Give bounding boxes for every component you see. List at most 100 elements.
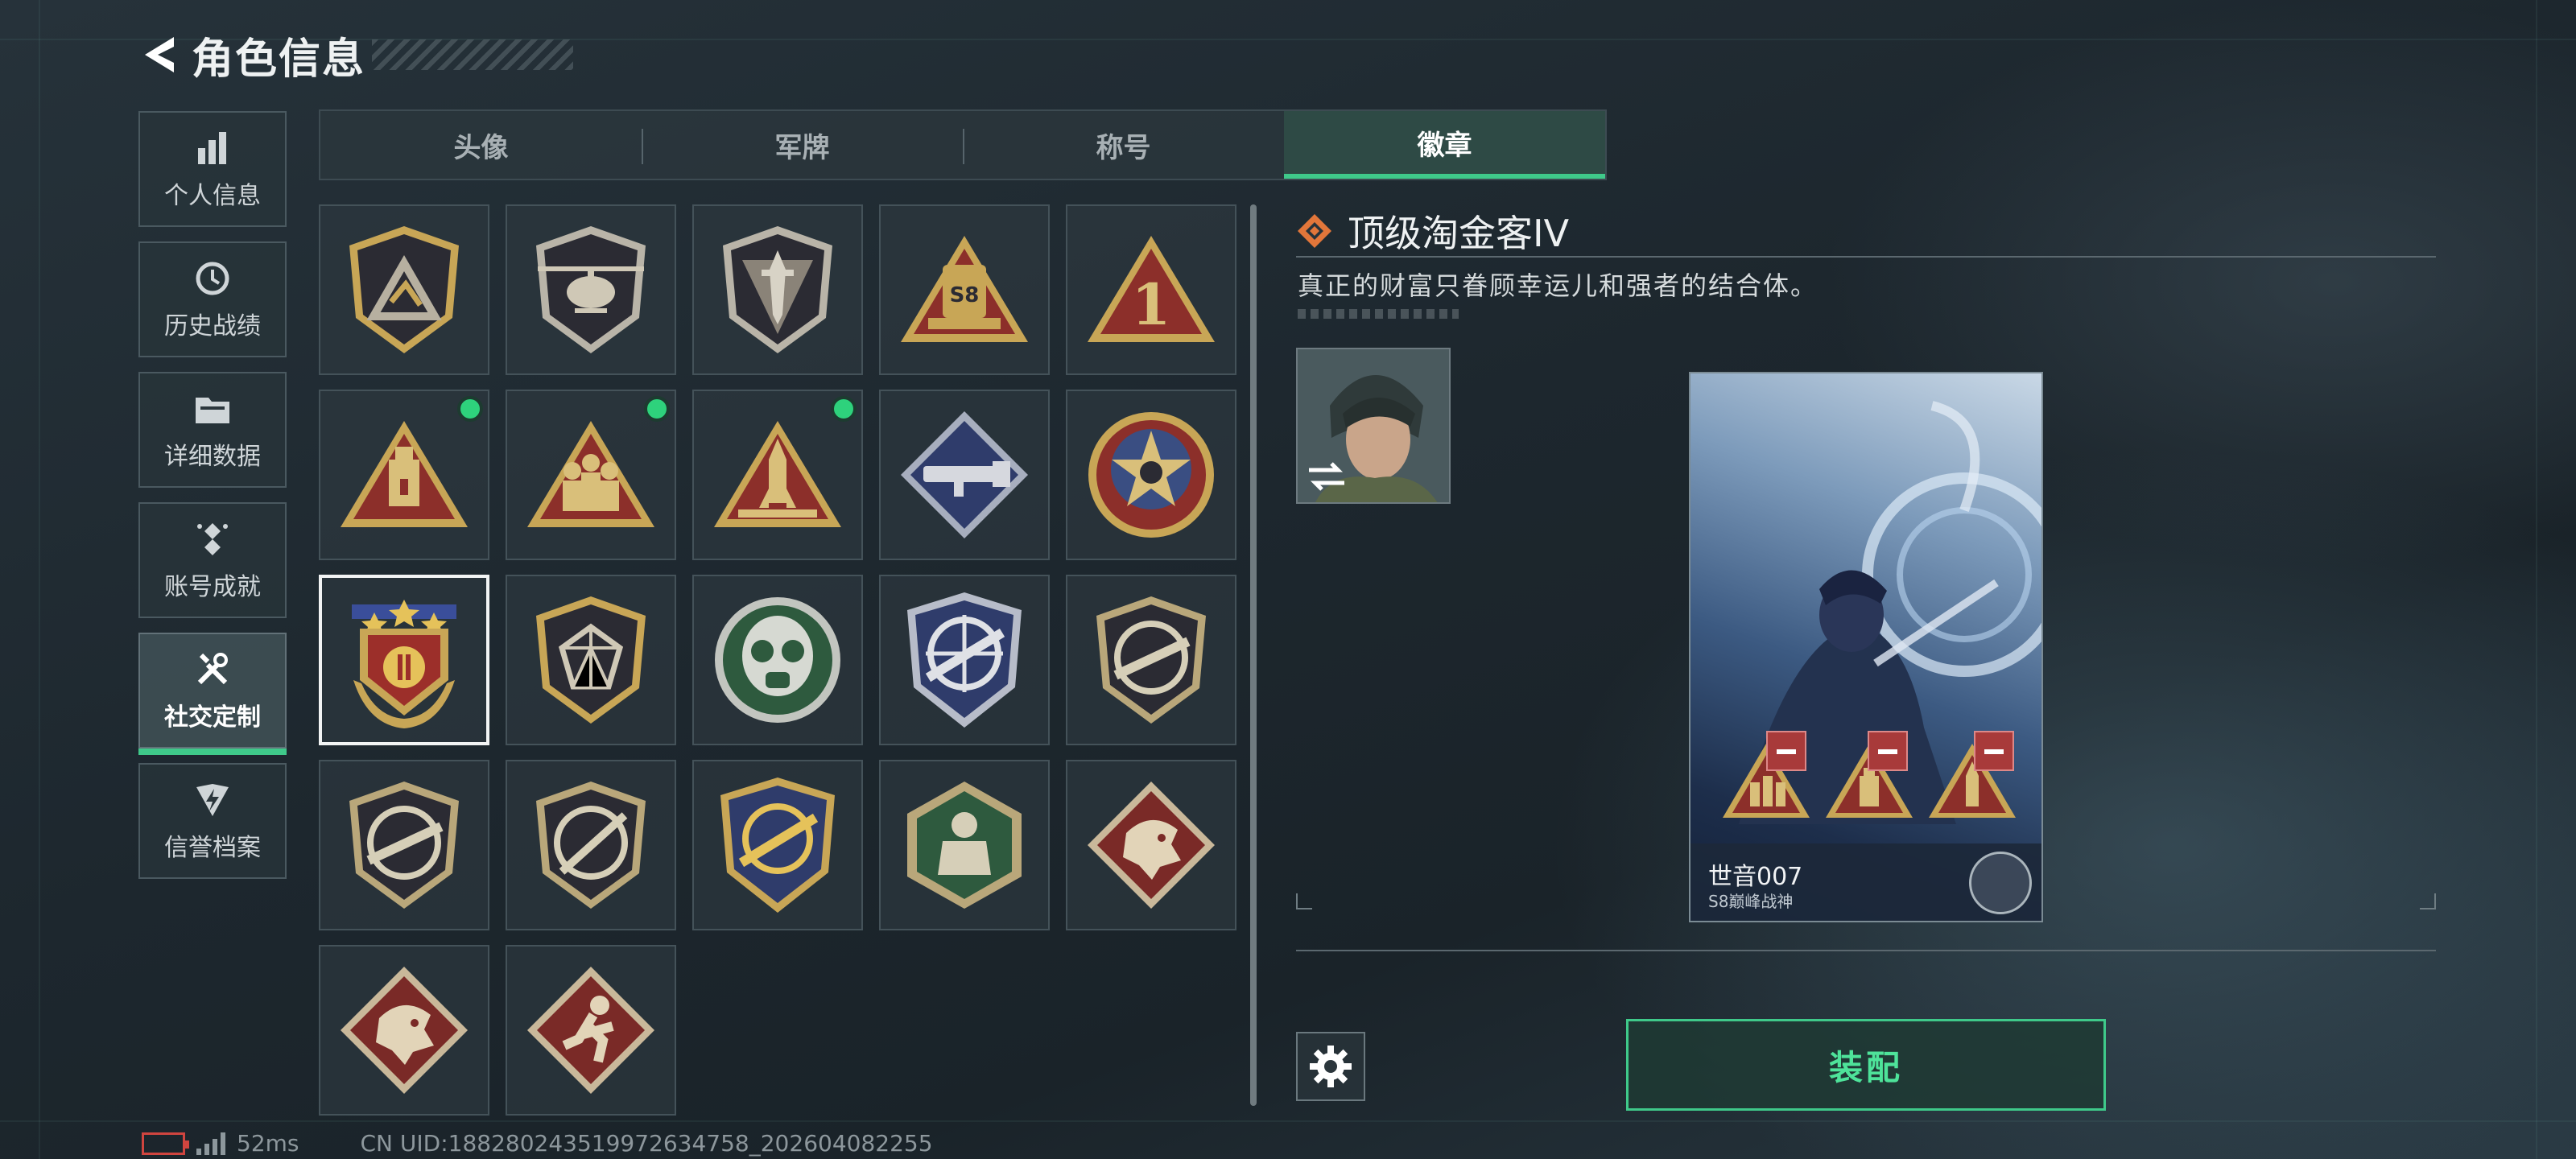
number-one-triangle-badge-icon: 1 [1088, 236, 1215, 342]
muscle-hexagon-badge-icon [907, 782, 1022, 909]
battery-low-icon [142, 1132, 189, 1155]
sniper-crosshair-badge-icon [536, 782, 646, 909]
equip-button[interactable]: 装配 [1626, 1019, 2106, 1111]
gear-icon [1310, 1046, 1352, 1087]
badge-slot-2[interactable] [1821, 731, 1918, 821]
nav-item-label: 账号成就 [164, 573, 261, 601]
badge-cell[interactable] [879, 575, 1050, 745]
title-decoration [372, 39, 574, 70]
soldiers-triangle-badge-icon [527, 421, 654, 527]
badge-cell[interactable] [319, 204, 489, 375]
signal-icon [196, 1132, 225, 1155]
badge-cell[interactable] [1066, 760, 1236, 930]
card-player-name: 世音007 [1708, 863, 1803, 891]
helicopter-badge-icon [536, 226, 646, 353]
rocket-triangle-badge-icon [714, 421, 841, 527]
dagger-shield-badge-icon [723, 226, 832, 353]
nav-item-label: 详细数据 [164, 443, 261, 471]
status-bar: 52ms CN UID:1882802435199726347​58_20260… [142, 1130, 933, 1157]
badge-cell[interactable] [1066, 575, 1236, 745]
shield-bolt-icon [190, 779, 235, 821]
bar-chart-icon [190, 127, 235, 169]
badge-cell[interactable]: 1 [1066, 204, 1236, 375]
nav-item-label: 历史战绩 [164, 312, 261, 340]
divider [1296, 256, 2436, 258]
character-avatar[interactable] [1296, 348, 1451, 504]
equip-button-label: 装配 [1828, 1047, 1903, 1087]
badge-cell[interactable] [506, 390, 676, 560]
tab-dog-tag[interactable]: 军牌 [642, 111, 963, 179]
badge-slot-1[interactable] [1718, 731, 1814, 821]
tools-icon [190, 649, 235, 691]
mask-green-badge-icon [715, 597, 840, 723]
remove-badge-button[interactable] [1974, 731, 2014, 771]
badge-cell[interactable] [506, 945, 676, 1116]
launcher-diamond-badge-icon [901, 411, 1028, 538]
star-skull-badge-icon [1088, 412, 1214, 538]
side-nav: 个人信息 历史战绩 详细数据 账号成就 社交定制 信誉档案 [138, 111, 287, 893]
badge-cell[interactable] [692, 760, 863, 930]
nav-item-personal-info[interactable]: 个人信息 [138, 111, 287, 227]
badge-cell-selected[interactable] [319, 575, 489, 745]
dragon-diamond-2-badge-icon [341, 967, 468, 1094]
card-footer: 世音007 S8巅峰战神 [1690, 843, 2041, 921]
back-button[interactable] [137, 31, 182, 79]
nav-item-credit-record[interactable]: 信誉档案 [138, 763, 287, 879]
badge-cell[interactable] [319, 945, 489, 1116]
character-card-preview: 世音007 S8巅峰战神 [1689, 372, 2043, 922]
category-tabs: 头像 军牌 称号 徽章 [319, 109, 1607, 180]
badge-cell[interactable] [506, 204, 676, 375]
new-indicator-dot [457, 396, 483, 422]
remove-badge-button[interactable] [1766, 731, 1806, 771]
badge-title-row: 顶级淘金客IV [1296, 204, 1569, 258]
badge-cell[interactable] [692, 390, 863, 560]
badge-cell[interactable] [879, 390, 1050, 560]
tab-badge[interactable]: 徽章 [1284, 111, 1605, 179]
badge-cell[interactable] [879, 760, 1050, 930]
diamond-rank-icon [1298, 214, 1331, 248]
badge-cell[interactable] [506, 575, 676, 745]
rifle-crosshair-dark-2-badge-icon [349, 782, 459, 909]
nav-item-achievements[interactable]: 账号成就 [138, 502, 287, 618]
remove-badge-button[interactable] [1868, 731, 1908, 771]
badge-title: 顶级淘金客IV [1348, 212, 1570, 255]
rifle-crosshair-blue-badge-icon [907, 592, 1022, 728]
rifle-crosshair-gold-badge-icon [720, 777, 835, 913]
grid-scrollbar[interactable] [1250, 204, 1257, 1106]
divider [1296, 950, 2436, 951]
badge-slot-3[interactable] [1924, 731, 2021, 821]
nav-item-detail-data[interactable]: 详细数据 [138, 372, 287, 488]
badge-description: 真正的财富只眷顾幸运儿和强者的结合体。 [1298, 270, 1818, 301]
svg-text:1: 1 [1132, 271, 1171, 338]
badge-cell[interactable] [319, 760, 489, 930]
history-clock-icon [190, 258, 235, 299]
nav-item-social-custom[interactable]: 社交定制 [138, 633, 287, 755]
badge-cell[interactable] [692, 204, 863, 375]
achievement-icon [190, 518, 235, 560]
badge-cell[interactable] [692, 575, 863, 745]
nav-item-history[interactable]: 历史战绩 [138, 241, 287, 357]
nav-item-label: 个人信息 [164, 182, 261, 210]
description-decoration [1298, 309, 1459, 319]
new-indicator-dot [831, 396, 857, 422]
folder-icon [190, 388, 235, 430]
ping-value: 52ms [237, 1130, 299, 1157]
card-artwork [1739, 401, 2041, 824]
card-emblem-icon [1969, 852, 2032, 914]
tab-title[interactable]: 称号 [963, 111, 1284, 179]
tab-avatar[interactable]: 头像 [320, 111, 642, 179]
badge-cell[interactable] [1066, 390, 1236, 560]
back-arrow-icon [145, 37, 174, 72]
page-title: 角色信息 [192, 35, 366, 84]
badge-cell[interactable] [506, 760, 676, 930]
settings-button[interactable] [1296, 1032, 1365, 1101]
card-player-rank: S8巅峰战神 [1708, 892, 1794, 911]
swap-icon[interactable] [1304, 457, 1349, 496]
mountain-shield-badge-icon [349, 226, 459, 353]
badge-cell[interactable]: S8 [879, 204, 1050, 375]
frame-corner [1296, 893, 1312, 909]
dragon-diamond-badge-icon [1088, 782, 1215, 909]
user-uid: CN UID:1882802435199726347​58_2026040822… [360, 1130, 933, 1157]
rifle-crosshair-dark-badge-icon [1096, 596, 1206, 724]
badge-cell[interactable] [319, 390, 489, 560]
